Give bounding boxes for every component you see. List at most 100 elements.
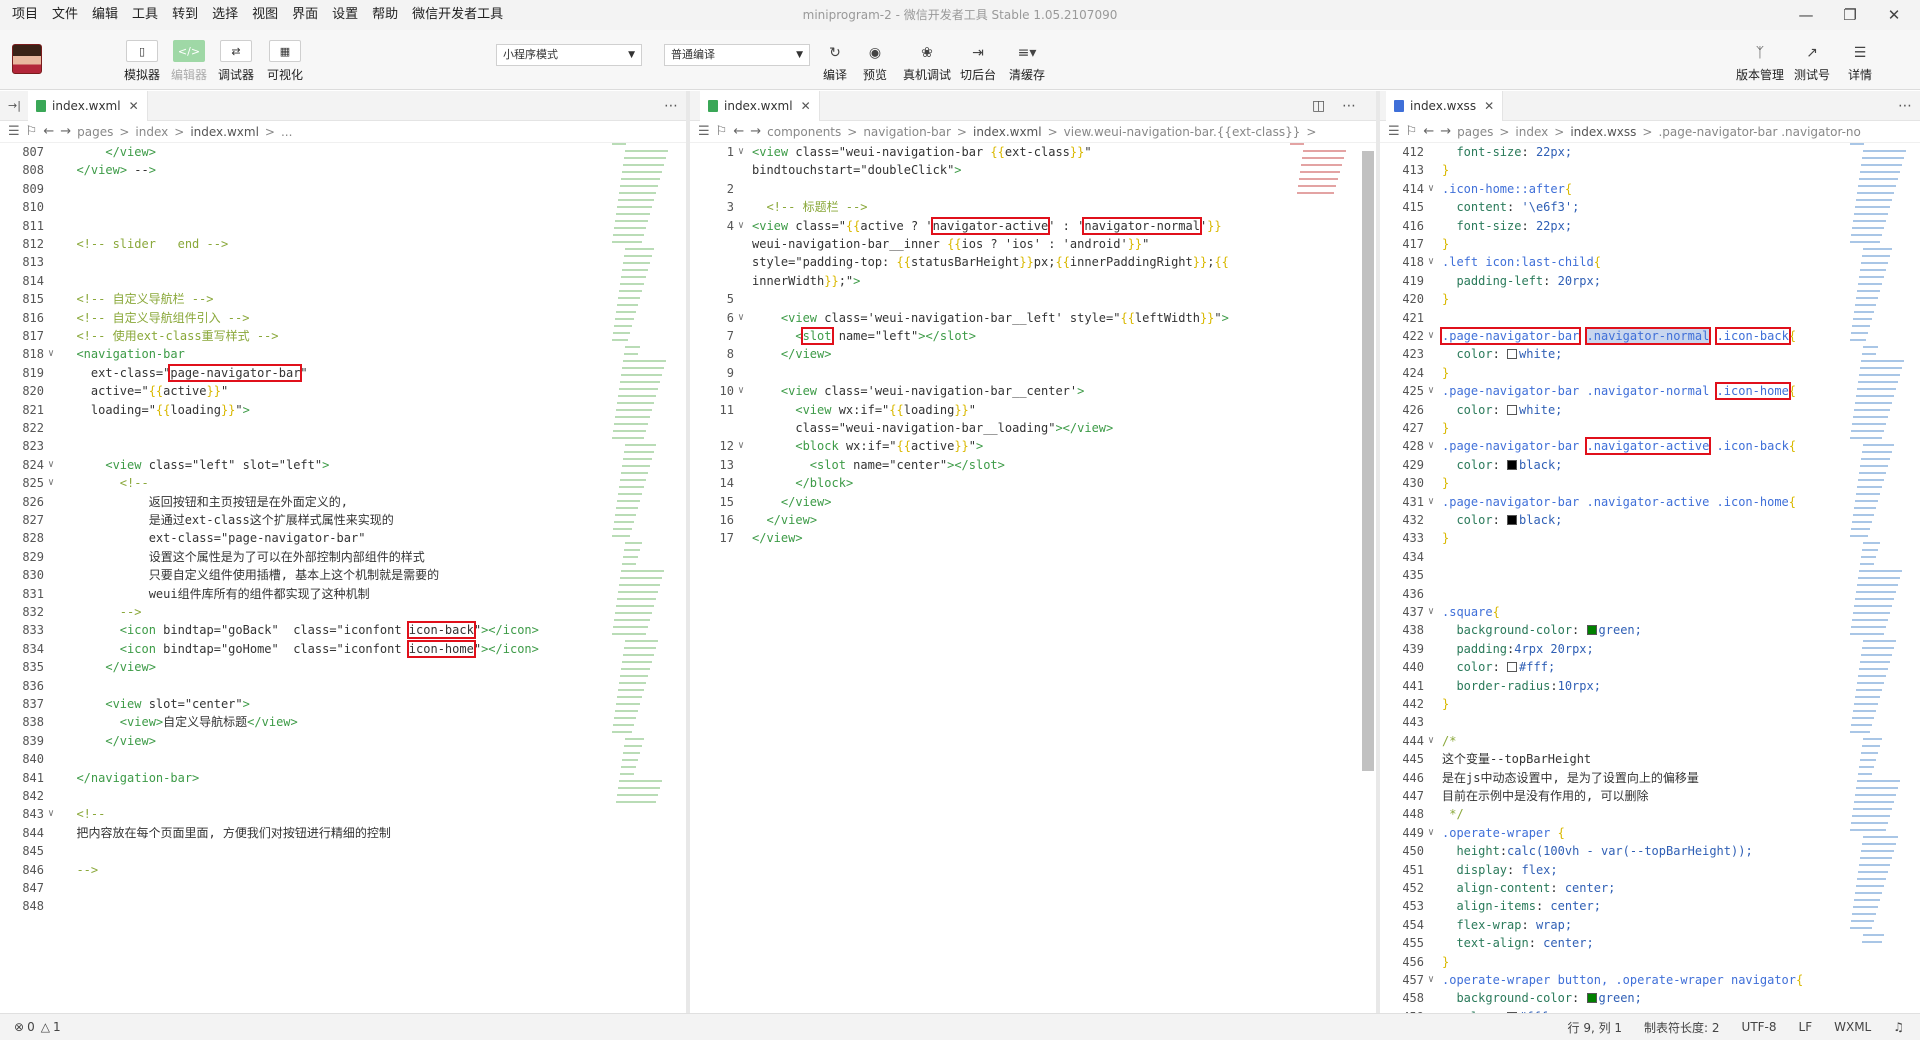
tab-size[interactable]: 制表符长度: 2 xyxy=(1644,1019,1720,1036)
close-icon[interactable]: ✕ xyxy=(1484,99,1494,113)
code-line[interactable]: font-size: 22px; xyxy=(1442,217,1572,235)
compile-button[interactable]: ↻ 编译 xyxy=(815,42,855,83)
debugger-button[interactable]: ⇄ 调试器 xyxy=(213,40,259,83)
remote-debug-button[interactable]: ❀ 真机调试 xyxy=(903,42,951,83)
code-line[interactable]: } xyxy=(1442,290,1449,308)
code-line[interactable]: </view> --> xyxy=(62,161,156,179)
breadcrumb-item[interactable]: components xyxy=(767,125,841,139)
minimap[interactable] xyxy=(1290,143,1350,963)
bookmark-icon[interactable]: ⚐ xyxy=(26,124,38,139)
code-line[interactable]: <!-- 自定义导航栏 --> xyxy=(62,290,213,308)
code-line[interactable]: 是在js中动态设置中, 是为了设置向上的偏移量 xyxy=(1442,769,1699,787)
language-mode[interactable]: WXML xyxy=(1834,1020,1871,1034)
code-line[interactable]: <icon bindtap="goBack" class="iconfont i… xyxy=(62,621,539,640)
code-line[interactable]: active="{{active}}" xyxy=(62,382,228,400)
code-line[interactable]: class="weui-navigation-bar__loading"></v… xyxy=(752,419,1113,437)
color-swatch[interactable] xyxy=(1586,993,1597,1004)
code-line[interactable]: .icon-home::after{ xyxy=(1442,180,1572,198)
code-line[interactable]: <!-- 标题栏 --> xyxy=(752,198,867,216)
code-line[interactable]: flex-wrap: wrap; xyxy=(1442,916,1572,934)
code-line[interactable]: .operate-wraper { xyxy=(1442,824,1565,842)
fold-chevron-icon[interactable]: ∨ xyxy=(738,217,748,235)
code-line[interactable]: <view class='weui-navigation-bar__center… xyxy=(752,382,1084,400)
code-line[interactable]: background-color: green; xyxy=(1442,989,1641,1007)
minimap[interactable] xyxy=(1850,143,1906,963)
code-line[interactable]: --> xyxy=(62,603,142,621)
minimap[interactable] xyxy=(612,143,672,963)
code-line[interactable]: <!-- 自定义导航组件引入 --> xyxy=(62,309,249,327)
code-line[interactable]: } xyxy=(1442,364,1449,382)
forward-arrow-icon[interactable]: → xyxy=(750,124,761,139)
code-line[interactable]: } xyxy=(1442,161,1449,179)
editor-button[interactable]: </> 编辑器 xyxy=(166,40,212,83)
code-line[interactable]: ext-class="page-navigator-bar" xyxy=(62,363,308,382)
code-line[interactable]: <view>自定义导航标题</view> xyxy=(62,713,298,731)
breadcrumb-item[interactable]: pages xyxy=(1457,125,1493,139)
breadcrumb-item[interactable]: .page-navigator-bar .navigator-no xyxy=(1658,125,1860,139)
code-line[interactable]: } xyxy=(1442,419,1449,437)
code-line[interactable]: .square{ xyxy=(1442,603,1500,621)
code-line[interactable]: <!-- slider end --> xyxy=(62,235,228,253)
details-button[interactable]: ☰ 详情 xyxy=(1840,42,1880,83)
scrollbar[interactable] xyxy=(1362,151,1374,771)
code-line[interactable]: } xyxy=(1442,953,1449,971)
code-line[interactable]: </view> xyxy=(752,529,803,547)
breadcrumb-item[interactable]: index.wxml xyxy=(190,125,259,139)
code-line[interactable]: </view> xyxy=(62,143,156,161)
code-line[interactable]: padding:4rpx 20rpx; xyxy=(1442,640,1593,658)
code-line[interactable]: color: white; xyxy=(1442,401,1562,419)
forward-arrow-icon[interactable]: → xyxy=(1440,124,1451,139)
fold-chevron-icon[interactable]: ∨ xyxy=(1428,253,1438,271)
forward-arrow-icon[interactable]: → xyxy=(60,124,71,139)
code-area[interactable]: 1 <view class="weui-navigation-bar {{ext-… xyxy=(690,143,1290,1003)
code-line[interactable]: background-color: green; xyxy=(1442,621,1641,639)
code-line[interactable]: <slot name="left"></slot> xyxy=(752,327,976,345)
color-swatch[interactable] xyxy=(1507,349,1518,360)
code-line[interactable]: display: flex; xyxy=(1442,861,1557,879)
code-line[interactable]: .operate-wraper button, .operate-wraper … xyxy=(1442,971,1803,989)
simulator-button[interactable]: ▯ 模拟器 xyxy=(119,40,165,83)
code-line[interactable]: content: '\e6f3'; xyxy=(1442,198,1579,216)
code-line[interactable]: </block> xyxy=(752,474,853,492)
code-line[interactable]: 返回按钮和主页按钮是在外面定义的, xyxy=(62,493,348,511)
code-line[interactable]: <!-- xyxy=(62,474,149,492)
back-arrow-icon[interactable]: ← xyxy=(43,124,54,139)
line-ending[interactable]: LF xyxy=(1799,1020,1813,1034)
code-line[interactable]: padding-left: 20rpx; xyxy=(1442,272,1601,290)
breadcrumb-item[interactable]: index xyxy=(135,125,168,139)
breadcrumb-item[interactable]: ... xyxy=(281,125,292,139)
code-line[interactable]: <!-- xyxy=(62,805,105,823)
tab-index-wxml[interactable]: index.wxml ✕ xyxy=(28,91,148,121)
fold-chevron-icon[interactable]: ∨ xyxy=(1428,180,1438,198)
menu-item-3[interactable]: 工具 xyxy=(125,0,165,30)
cursor-position[interactable]: 行 9, 列 1 xyxy=(1568,1019,1623,1036)
code-line[interactable]: --> xyxy=(62,861,98,879)
fold-chevron-icon[interactable]: ∨ xyxy=(48,474,58,492)
menu-item-7[interactable]: 界面 xyxy=(285,0,325,30)
code-line[interactable]: .page-navigator-bar .navigator-normal .i… xyxy=(1442,382,1796,401)
more-icon[interactable]: ⋯ xyxy=(664,91,678,121)
code-line[interactable]: loading="{{loading}}"> xyxy=(62,401,250,419)
code-line[interactable]: } xyxy=(1442,474,1449,492)
more-icon[interactable]: ⋯ xyxy=(1342,91,1356,121)
code-line[interactable]: */ xyxy=(1442,805,1463,823)
code-area[interactable]: 412 font-size: 22px; 413} 414 .icon-home::a… xyxy=(1380,143,1850,1013)
color-swatch[interactable] xyxy=(1507,515,1518,525)
fold-chevron-icon[interactable]: ∨ xyxy=(738,143,748,161)
bell-icon[interactable]: ♫ xyxy=(1893,1020,1904,1034)
encoding[interactable]: UTF-8 xyxy=(1742,1020,1777,1034)
code-line[interactable]: align-content: center; xyxy=(1442,879,1615,897)
fold-chevron-icon[interactable]: ∨ xyxy=(48,345,58,363)
fold-chevron-icon[interactable]: ∨ xyxy=(738,437,748,455)
preview-button[interactable]: ◉ 预览 xyxy=(855,42,895,83)
list-icon[interactable]: ☰ xyxy=(698,124,710,139)
bookmark-icon[interactable]: ⚐ xyxy=(716,124,728,139)
fold-chevron-icon[interactable]: ∨ xyxy=(1428,493,1438,511)
code-line[interactable]: align-items: center; xyxy=(1442,897,1601,915)
clear-cache-button[interactable]: ≡▾ 清缓存 xyxy=(1007,42,1047,83)
close-icon[interactable]: ✕ xyxy=(129,99,139,113)
code-line[interactable]: 只要自定义组件使用插槽, 基本上这个机制就是需要的 xyxy=(62,566,439,584)
color-swatch[interactable] xyxy=(1507,662,1518,673)
menu-item-10[interactable]: 微信开发者工具 xyxy=(405,0,510,30)
code-line[interactable]: <!-- 使用ext-class重写样式 --> xyxy=(62,327,278,345)
